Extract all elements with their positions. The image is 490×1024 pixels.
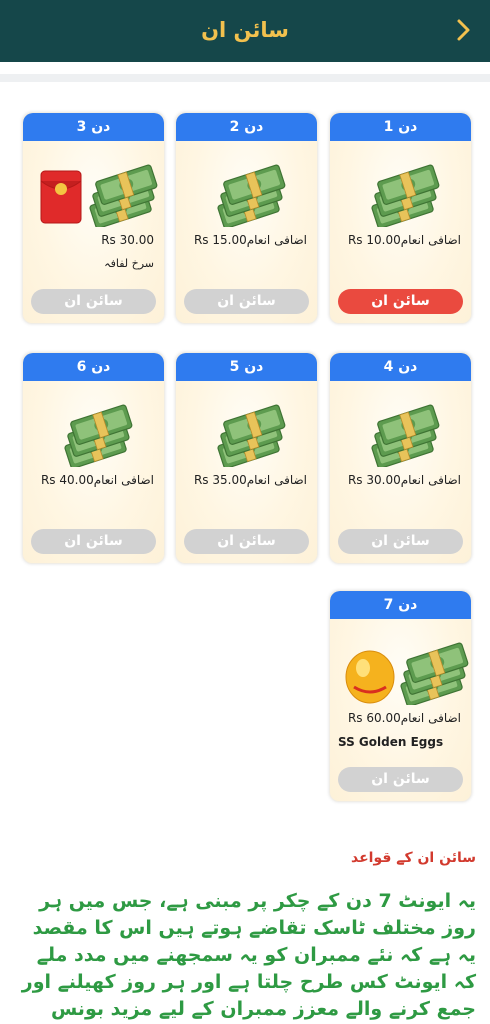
- reward-amount: اضافی انعامRs 30.00: [347, 473, 461, 487]
- sign-in-button[interactable]: سائن ان: [31, 529, 156, 554]
- day-label: دن 2: [176, 113, 317, 141]
- reward-amount: اضافی انعامRs 40.00: [40, 473, 154, 487]
- reward-amount: اضافی انعامRs 10.00: [347, 233, 461, 247]
- day-label: دن 5: [176, 353, 317, 381]
- day-card-5: دن 5 اضافی انعامRs 35.00 سائن ان: [175, 352, 318, 564]
- rules-text: یہ ایونٹ 7 دن کے چکر پر مبنی ہے، جس میں …: [21, 890, 476, 1020]
- day-label: دن 6: [23, 353, 164, 381]
- page-title: سائن ان: [201, 18, 289, 42]
- reward-amount: اضافی انعامRs 35.00: [193, 473, 307, 487]
- sign-in-button[interactable]: سائن ان: [184, 289, 309, 314]
- cash-stack-icon: [176, 157, 317, 229]
- day-card-1: دن 1 اضافی انعامRs 10.00 سائن ان: [329, 112, 472, 324]
- cash-stack-icon: [330, 397, 471, 469]
- cash-stack-icon: [330, 157, 471, 229]
- reward-extra: سرخ لفافہ: [104, 257, 154, 270]
- day-card-2: دن 2 اضافی انعامRs 15.00 سائن ان: [175, 112, 318, 324]
- day-label: دن 1: [330, 113, 471, 141]
- reward-amount: 30.00 Rs: [101, 233, 154, 247]
- app-header: سائن ان: [0, 0, 490, 62]
- day-card-6: دن 6 اضافی انعامRs 40.00 سائن ان: [22, 352, 165, 564]
- golden-egg-cash-icon: [330, 635, 471, 707]
- day-label: دن 3: [23, 113, 164, 141]
- sign-in-button[interactable]: سائن ان: [184, 529, 309, 554]
- sign-in-button[interactable]: سائن ان: [338, 529, 463, 554]
- red-envelope-cash-icon: [23, 157, 164, 229]
- day-card-7: دن 7 اضافی انعامRs 60.00 SS Golden Eggs …: [329, 590, 472, 802]
- reward-extra: SS Golden Eggs: [338, 735, 444, 749]
- day-card-3: دن 3 30.00 Rs سرخ لفافہ سائن ان: [22, 112, 165, 324]
- chevron-right-icon[interactable]: [450, 17, 476, 43]
- reward-amount: اضافی انعامRs 15.00: [193, 233, 307, 247]
- reward-amount: اضافی انعامRs 60.00: [347, 711, 461, 725]
- day-label: دن 4: [330, 353, 471, 381]
- sign-in-button[interactable]: سائن ان: [338, 767, 463, 792]
- day-label: دن 7: [330, 591, 471, 619]
- sign-in-button[interactable]: سائن ان: [31, 289, 156, 314]
- day-card-4: دن 4 اضافی انعامRs 30.00 سائن ان: [329, 352, 472, 564]
- cash-stack-icon: [23, 397, 164, 469]
- rules-title: سائن ان کے قواعد: [351, 850, 476, 866]
- divider: [0, 74, 490, 82]
- sign-in-button[interactable]: سائن ان: [338, 289, 463, 314]
- cash-stack-icon: [176, 397, 317, 469]
